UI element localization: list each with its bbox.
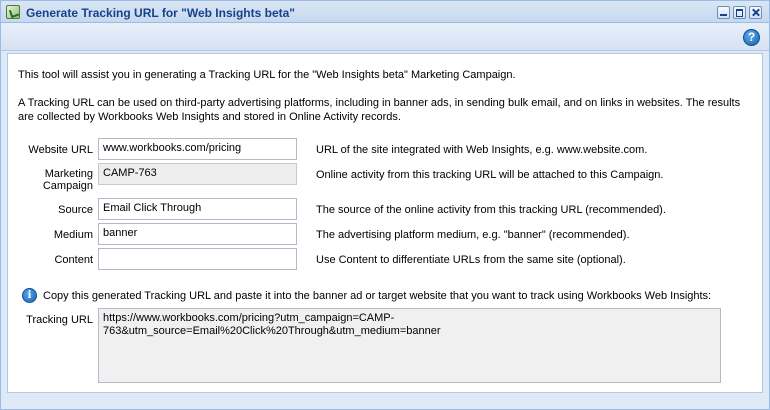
tracking-url-line1: https://www.workbooks.com/pricing?utm_ca… bbox=[103, 312, 395, 324]
marketing-campaign-label-line2: Campaign bbox=[42, 180, 93, 192]
title-bar[interactable]: Generate Tracking URL for "Web Insights … bbox=[1, 1, 769, 23]
marketing-campaign-field: CAMP-763 bbox=[98, 163, 297, 185]
info-icon: i bbox=[22, 288, 37, 303]
toolbar: ? bbox=[1, 23, 769, 51]
dialog-window: Generate Tracking URL for "Web Insights … bbox=[0, 0, 770, 410]
website-url-input[interactable]: www.workbooks.com/pricing bbox=[98, 138, 297, 160]
form-panel: This tool will assist you in generating … bbox=[7, 53, 763, 393]
marketing-campaign-hint: Online activity from this tracking URL w… bbox=[316, 169, 664, 181]
medium-label: Medium bbox=[53, 229, 93, 241]
close-icon[interactable] bbox=[749, 6, 762, 19]
source-combo[interactable]: Email Click Through + bbox=[98, 198, 297, 220]
source-hint: The source of the online activity from t… bbox=[316, 204, 666, 216]
maximize-icon[interactable] bbox=[733, 6, 746, 19]
website-url-hint: URL of the site integrated with Web Insi… bbox=[316, 144, 648, 156]
content-label: Content bbox=[54, 254, 93, 266]
source-value: Email Click Through bbox=[103, 202, 202, 214]
window-title: Generate Tracking URL for "Web Insights … bbox=[26, 6, 295, 20]
tracking-url-label: Tracking URL bbox=[26, 314, 93, 326]
tracking-url-line2: 763&utm_source=Email%20Click%20Through&u… bbox=[103, 325, 441, 337]
app-icon bbox=[6, 5, 20, 19]
marketing-campaign-label-line1: Marketing bbox=[44, 168, 93, 180]
medium-hint: The advertising platform medium, e.g. "b… bbox=[316, 229, 630, 241]
content-hint: Use Content to differentiate URLs from t… bbox=[316, 254, 626, 266]
tracking-url-textarea[interactable]: https://www.workbooks.com/pricing?utm_ca… bbox=[98, 308, 721, 383]
website-url-label: Website URL bbox=[28, 144, 93, 156]
intro-text: This tool will assist you in generating … bbox=[18, 69, 516, 81]
medium-input[interactable]: banner bbox=[98, 223, 297, 245]
marketing-campaign-label: Marketing Campaign bbox=[13, 168, 93, 192]
intro-description: A Tracking URL can be used on third-part… bbox=[18, 97, 741, 123]
minimize-icon[interactable] bbox=[717, 6, 730, 19]
info-text: Copy this generated Tracking URL and pas… bbox=[43, 290, 712, 302]
help-icon[interactable]: ? bbox=[743, 29, 760, 46]
content-input[interactable] bbox=[98, 248, 297, 270]
source-label: Source bbox=[58, 204, 93, 216]
